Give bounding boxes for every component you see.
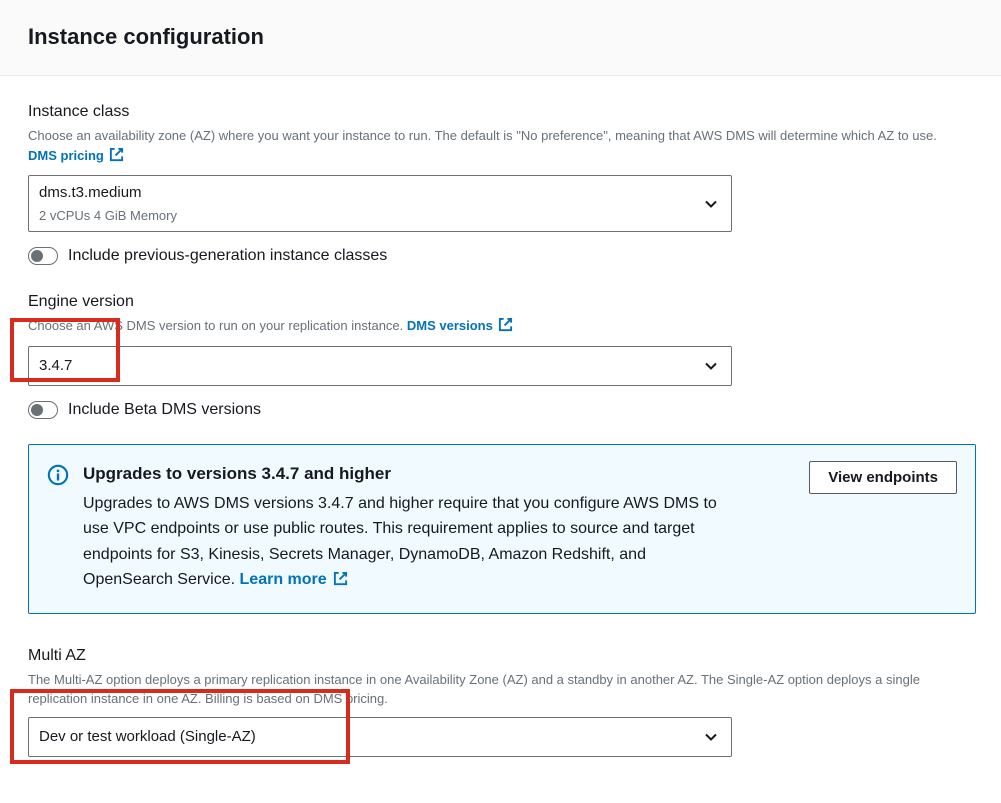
alert-body-text: Upgrades to AWS DMS versions 3.4.7 and h… bbox=[83, 495, 717, 589]
panel-content: Instance class Choose an availability zo… bbox=[0, 76, 1001, 803]
engine-version-description-text: Choose an AWS DMS version to run on your… bbox=[28, 318, 407, 333]
learn-more-text: Learn more bbox=[240, 571, 327, 588]
dms-versions-link[interactable]: DMS versions bbox=[407, 318, 514, 333]
alert-title: Upgrades to versions 3.4.7 and higher bbox=[83, 461, 795, 487]
instance-class-description: Choose an availability zone (AZ) where y… bbox=[28, 126, 948, 167]
panel-header: Instance configuration bbox=[0, 0, 1001, 76]
external-link-icon bbox=[498, 317, 513, 338]
instance-class-description-text: Choose an availability zone (AZ) where y… bbox=[28, 128, 937, 143]
instance-class-selected: dms.t3.medium bbox=[39, 182, 695, 205]
dms-pricing-link[interactable]: DMS pricing bbox=[28, 148, 124, 163]
multi-az-description: The Multi-AZ option deploys a primary re… bbox=[28, 670, 973, 709]
dms-pricing-link-text: DMS pricing bbox=[28, 148, 104, 163]
instance-class-select[interactable]: dms.t3.medium 2 vCPUs 4 GiB Memory bbox=[28, 175, 732, 232]
chevron-down-icon bbox=[705, 355, 717, 376]
beta-toggle[interactable] bbox=[28, 401, 58, 419]
view-endpoints-button[interactable]: View endpoints bbox=[809, 461, 957, 494]
external-link-icon bbox=[333, 569, 348, 595]
prev-gen-toggle-row: Include previous-generation instance cla… bbox=[28, 244, 973, 268]
dms-versions-link-text: DMS versions bbox=[407, 318, 493, 333]
chevron-down-icon bbox=[705, 727, 717, 748]
prev-gen-toggle-label: Include previous-generation instance cla… bbox=[68, 244, 387, 268]
engine-version-select[interactable]: 3.4.7 bbox=[28, 346, 732, 387]
multi-az-field: Multi AZ The Multi-AZ option deploys a p… bbox=[28, 644, 973, 758]
page-title: Instance configuration bbox=[28, 20, 973, 53]
beta-toggle-label: Include Beta DMS versions bbox=[68, 398, 261, 422]
info-icon bbox=[47, 464, 69, 492]
instance-class-selected-spec: 2 vCPUs 4 GiB Memory bbox=[39, 206, 695, 226]
chevron-down-icon bbox=[705, 193, 717, 214]
upgrade-info-alert: Upgrades to versions 3.4.7 and higher Up… bbox=[28, 444, 976, 614]
instance-class-label: Instance class bbox=[28, 100, 973, 124]
instance-class-field: Instance class Choose an availability zo… bbox=[28, 100, 973, 268]
engine-version-label: Engine version bbox=[28, 290, 973, 314]
multi-az-selected: Dev or test workload (Single-AZ) bbox=[39, 726, 695, 749]
engine-version-field: Engine version Choose an AWS DMS version… bbox=[28, 290, 973, 422]
beta-toggle-row: Include Beta DMS versions bbox=[28, 398, 973, 422]
multi-az-select[interactable]: Dev or test workload (Single-AZ) bbox=[28, 717, 732, 758]
engine-version-description: Choose an AWS DMS version to run on your… bbox=[28, 316, 948, 338]
engine-version-selected: 3.4.7 bbox=[39, 355, 695, 378]
prev-gen-toggle[interactable] bbox=[28, 247, 58, 265]
multi-az-label: Multi AZ bbox=[28, 644, 973, 668]
alert-text: Upgrades to AWS DMS versions 3.4.7 and h… bbox=[83, 491, 723, 595]
learn-more-link[interactable]: Learn more bbox=[240, 571, 349, 588]
external-link-icon bbox=[109, 147, 124, 168]
